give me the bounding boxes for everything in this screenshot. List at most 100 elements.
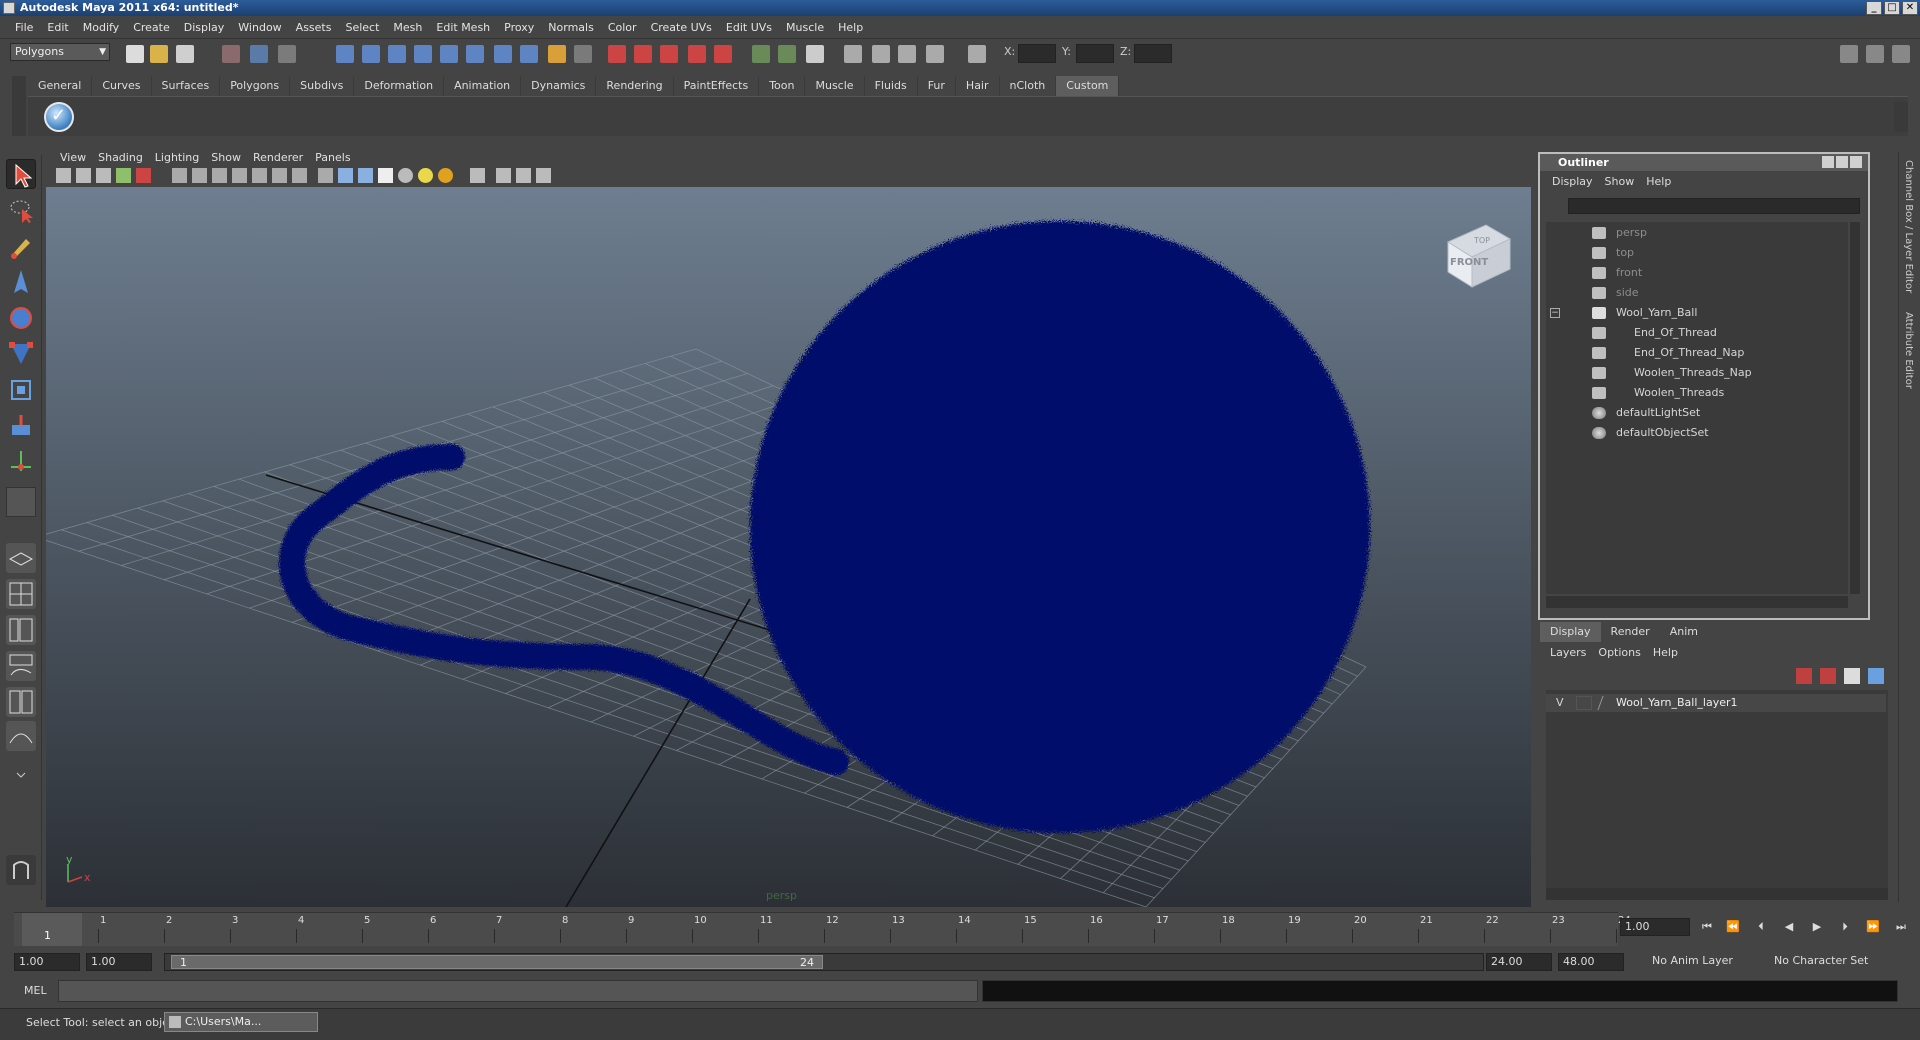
input-line-icon[interactable] <box>752 45 770 63</box>
show-channel-box-icon[interactable] <box>1840 45 1858 63</box>
xray-components-icon[interactable] <box>536 168 551 183</box>
image-plane-icon[interactable] <box>116 168 131 183</box>
scale-tool-icon[interactable] <box>6 339 36 369</box>
menu-help[interactable]: Help <box>831 21 870 34</box>
snap-view-icon[interactable] <box>466 45 484 63</box>
go-to-end-button[interactable]: ⏭ <box>1892 920 1910 936</box>
shelf-tab-rendering[interactable]: Rendering <box>596 76 674 96</box>
attribute-editor-tab[interactable]: Attribute Editor <box>1903 312 1914 389</box>
lasso-tool-icon[interactable] <box>6 195 36 225</box>
menu-set-dropdown[interactable]: Polygons ▼ <box>10 43 110 61</box>
menu-create-uvs[interactable]: Create UVs <box>644 21 719 34</box>
menu-window[interactable]: Window <box>231 21 288 34</box>
shelf-tab-ncloth[interactable]: nCloth <box>999 76 1057 96</box>
menu-file[interactable]: File <box>8 21 40 34</box>
shadows-icon[interactable] <box>438 168 453 183</box>
menu-modify[interactable]: Modify <box>76 21 126 34</box>
outliner-menu-show[interactable]: Show <box>1599 175 1641 188</box>
history-icon[interactable] <box>548 45 566 63</box>
quick-rename-icon[interactable] <box>844 45 862 63</box>
menu-display[interactable]: Display <box>177 21 232 34</box>
transform-sel-icon[interactable] <box>926 45 944 63</box>
channel-box-tab[interactable]: Channel Box / Layer Editor <box>1903 160 1914 293</box>
playback-start-field[interactable]: 1.00 <box>86 953 152 971</box>
menu-select[interactable]: Select <box>338 21 386 34</box>
menu-muscle[interactable]: Muscle <box>779 21 831 34</box>
textured-icon[interactable] <box>378 168 393 183</box>
layer-tab-render[interactable]: Render <box>1601 622 1660 642</box>
relative-mode-icon[interactable] <box>898 45 916 63</box>
render-current-frame-icon[interactable] <box>608 45 626 63</box>
save-scene-icon[interactable] <box>176 45 194 63</box>
outliner-horizontal-scrollbar[interactable] <box>1546 596 1848 608</box>
layer-menu-help[interactable]: Help <box>1647 644 1684 662</box>
outliner-item-persp[interactable]: persp <box>1546 224 1846 242</box>
layer-row[interactable]: V Wool_Yarn_Ball_layer1 <box>1546 694 1886 712</box>
soft-modification-icon[interactable] <box>6 411 36 441</box>
mel-label[interactable]: MEL <box>24 984 47 997</box>
snap-point-icon[interactable] <box>388 45 406 63</box>
minimize-button[interactable]: _ <box>1866 1 1882 15</box>
outliner-item-woolen-threads[interactable]: Woolen_Threads <box>1546 384 1846 402</box>
step-back-key-button[interactable]: ⏴ <box>1752 920 1770 936</box>
hotbox-icon[interactable] <box>6 855 36 885</box>
shelf-tab-painteffects[interactable]: PaintEffects <box>673 76 760 96</box>
outliner-minimize-button[interactable] <box>1822 156 1834 168</box>
range-slider-track[interactable]: 1 24 <box>164 953 1484 971</box>
character-set-dropdown[interactable]: No Character Set <box>1770 953 1882 971</box>
outliner-maximize-button[interactable] <box>1836 156 1848 168</box>
outliner-filter-input[interactable] <box>1568 198 1860 214</box>
film-gate-icon[interactable] <box>192 168 207 183</box>
last-tool-slot[interactable] <box>6 487 36 517</box>
render-settings-icon[interactable] <box>660 45 678 63</box>
outliner-item-end-of-thread-nap[interactable]: End_Of_Thread_Nap <box>1546 344 1846 362</box>
step-back-frame-button[interactable]: ⏪ <box>1724 920 1742 936</box>
x-input[interactable] <box>1018 44 1056 63</box>
move-layer-down-icon[interactable] <box>1868 668 1884 684</box>
grid-toggle-icon[interactable] <box>172 168 187 183</box>
layer-tab-display[interactable]: Display <box>1540 622 1601 642</box>
shelf-tab-general[interactable]: General <box>28 76 93 96</box>
close-button[interactable]: ✕ <box>1902 1 1918 15</box>
menu-mesh[interactable]: Mesh <box>386 21 429 34</box>
field-chart-icon[interactable] <box>252 168 267 183</box>
xray-icon[interactable] <box>496 168 511 183</box>
shelf-tab-curves[interactable]: Curves <box>92 76 152 96</box>
step-forward-key-button[interactable]: ⏵ <box>1836 920 1854 936</box>
playback-end-field[interactable]: 24.00 <box>1486 953 1552 971</box>
maximize-button[interactable]: □ <box>1884 1 1900 15</box>
custom-shelf-button[interactable]: ✓ <box>44 102 74 132</box>
range-slider-handle[interactable]: 1 24 <box>171 955 823 969</box>
isolate-select-icon[interactable] <box>470 168 485 183</box>
select-tool-icon[interactable] <box>6 159 36 189</box>
current-frame-field[interactable]: 1.00 <box>1620 918 1690 936</box>
resolution-gate-icon[interactable] <box>212 168 227 183</box>
shelf-scroll-arrows[interactable] <box>1894 102 1908 132</box>
layer-tab-anim[interactable]: Anim <box>1660 622 1708 642</box>
shelf-tab-muscle[interactable]: Muscle <box>805 76 865 96</box>
new-layer-from-selection-icon[interactable] <box>1820 668 1836 684</box>
outliner-item-front[interactable]: front <box>1546 264 1846 282</box>
time-slider[interactable]: 1 12345678910111213141516171819202122232… <box>14 912 1631 946</box>
mel-command-input[interactable] <box>58 980 978 1002</box>
shelf-menu-handle[interactable] <box>12 76 26 136</box>
outliner-menu-help[interactable]: Help <box>1640 175 1677 188</box>
new-scene-icon[interactable] <box>126 45 144 63</box>
menu-assets[interactable]: Assets <box>289 21 339 34</box>
play-backwards-button[interactable]: ◀ <box>1780 920 1798 936</box>
open-scene-icon[interactable] <box>150 45 168 63</box>
outliner-close-button[interactable] <box>1850 156 1862 168</box>
shelf-tab-custom[interactable]: Custom <box>1056 76 1120 96</box>
select-component-icon[interactable] <box>278 45 296 63</box>
absolute-transform-icon[interactable] <box>778 45 796 63</box>
menu-edit-uvs[interactable]: Edit UVs <box>719 21 779 34</box>
render-view-icon[interactable] <box>714 45 732 63</box>
menu-color[interactable]: Color <box>601 21 644 34</box>
outliner-vertical-scrollbar[interactable] <box>1850 222 1860 594</box>
construction-history-icon[interactable] <box>574 45 592 63</box>
safe-title-icon[interactable] <box>292 168 307 183</box>
snap-curve-icon[interactable] <box>362 45 380 63</box>
layout-options-chevron-icon[interactable] <box>6 759 36 789</box>
layer-menu-layers[interactable]: Layers <box>1544 644 1592 662</box>
play-forwards-button[interactable]: ▶ <box>1808 920 1826 936</box>
